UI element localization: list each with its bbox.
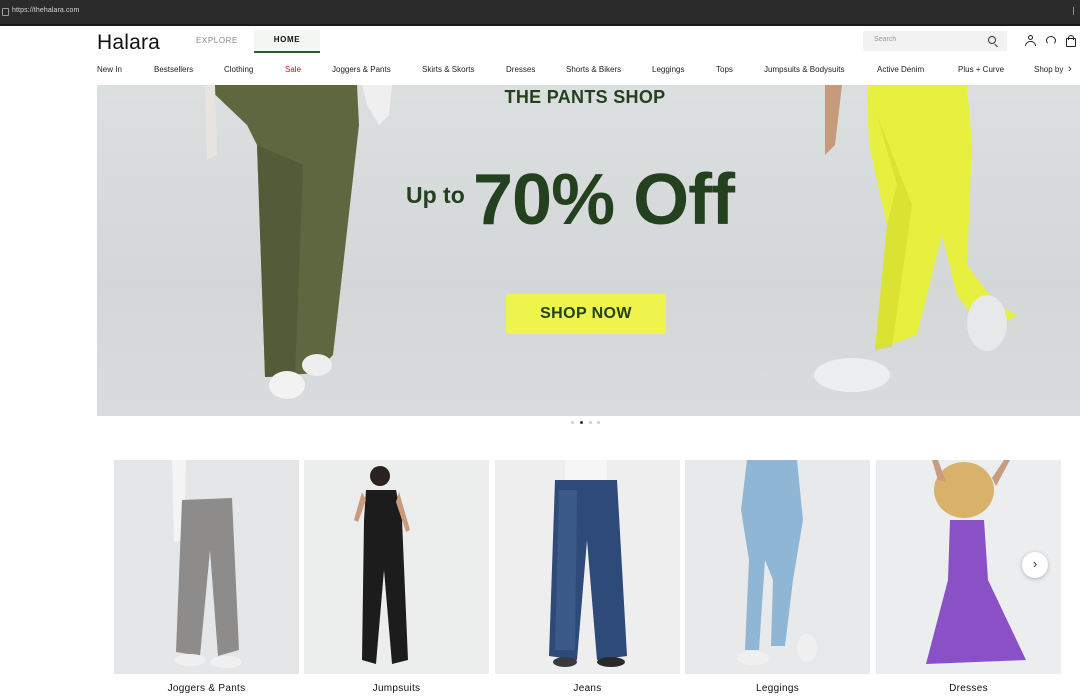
address-bar[interactable]: https://thehalara.com bbox=[12, 7, 79, 14]
hero-pretext: Up to bbox=[406, 182, 465, 208]
hero-headline: 70% Off bbox=[473, 160, 735, 240]
nav-item-shorts-bikers[interactable]: Shorts & Bikers bbox=[566, 65, 621, 74]
nav-item-joggers-pants[interactable]: Joggers & Pants bbox=[332, 65, 391, 74]
category-image[interactable] bbox=[495, 460, 680, 674]
chevron-right-icon[interactable]: › bbox=[1068, 63, 1072, 75]
category-label[interactable]: Joggers & Pants bbox=[114, 683, 299, 694]
user-icon[interactable] bbox=[1025, 35, 1036, 46]
category-carousel: Joggers & Pants Jumpsuits Jeans Leggings… bbox=[114, 460, 1080, 700]
nav-item-clothing[interactable]: Clothing bbox=[224, 65, 253, 74]
shop-now-button[interactable]: SHOP NOW bbox=[506, 294, 666, 334]
category-image[interactable] bbox=[304, 460, 489, 674]
nav-item-shop-by[interactable]: Shop by bbox=[1034, 65, 1063, 74]
nav-item-sale[interactable]: Sale bbox=[285, 65, 301, 74]
bag-icon[interactable] bbox=[1066, 35, 1077, 47]
headset-icon[interactable] bbox=[1046, 35, 1057, 46]
nav-item-plus-curve[interactable]: Plus + Curve bbox=[958, 65, 1004, 74]
site-info-icon[interactable] bbox=[2, 8, 9, 16]
hero-models-image bbox=[205, 85, 1017, 399]
category-label[interactable]: Jeans bbox=[495, 683, 680, 694]
search-input[interactable]: Search bbox=[863, 31, 1007, 51]
hero-banner[interactable]: THE PANTS SHOP Up to 70% Off SHOP NOW bbox=[97, 85, 1080, 416]
carousel-dots bbox=[571, 421, 605, 425]
carousel-dot[interactable] bbox=[580, 421, 583, 424]
site-logo[interactable]: Halara bbox=[97, 31, 160, 55]
category-image[interactable] bbox=[114, 460, 299, 674]
site-header: Halara EXPLORE HOME Search New In Bestse… bbox=[0, 26, 1080, 84]
tab-home[interactable]: HOME bbox=[254, 30, 320, 53]
chevron-right-icon[interactable]: › bbox=[1022, 552, 1048, 578]
carousel-dot[interactable] bbox=[571, 421, 574, 424]
nav-item-active-denim[interactable]: Active Denim bbox=[877, 65, 924, 74]
browser-bar: https://thehalara.com ❘ bbox=[0, 0, 1080, 26]
nav-item-leggings[interactable]: Leggings bbox=[652, 65, 684, 74]
carousel-dot[interactable] bbox=[597, 421, 600, 424]
nav-item-new-in[interactable]: New In bbox=[97, 65, 122, 74]
hero-kicker: THE PANTS SHOP bbox=[504, 87, 666, 107]
category-label[interactable]: Leggings bbox=[685, 683, 870, 694]
nav-item-skirts-skorts[interactable]: Skirts & Skorts bbox=[422, 65, 474, 74]
tab-explore[interactable]: EXPLORE bbox=[196, 34, 238, 56]
category-image[interactable] bbox=[685, 460, 870, 674]
nav-item-tops[interactable]: Tops bbox=[716, 65, 733, 74]
category-nav: New In Bestsellers Clothing Sale Joggers… bbox=[0, 63, 1080, 79]
category-label[interactable]: Jumpsuits bbox=[304, 683, 489, 694]
category-label[interactable]: Dresses bbox=[876, 683, 1061, 694]
nav-item-dresses[interactable]: Dresses bbox=[506, 65, 535, 74]
search-placeholder: Search bbox=[874, 36, 897, 43]
nav-item-bestsellers[interactable]: Bestsellers bbox=[154, 65, 193, 74]
carousel-dot[interactable] bbox=[589, 421, 592, 424]
browser-menu-icon[interactable]: ❘ bbox=[1070, 6, 1077, 15]
nav-item-jumpsuits-bodysuits[interactable]: Jumpsuits & Bodysuits bbox=[764, 65, 844, 74]
search-icon[interactable] bbox=[988, 36, 996, 44]
